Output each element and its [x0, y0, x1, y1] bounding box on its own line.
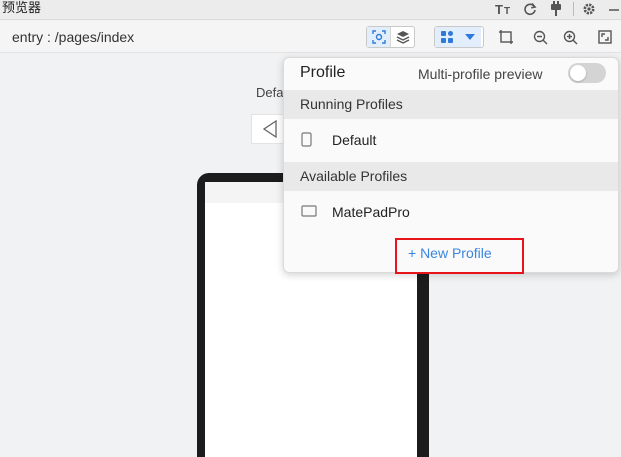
- plugin-icon[interactable]: [547, 1, 565, 17]
- profile-popup-title: Profile: [300, 64, 346, 81]
- running-profiles-label: Running Profiles: [300, 96, 403, 112]
- highlight-box: [395, 238, 524, 274]
- toggle-knob: [570, 65, 586, 81]
- running-profile-item[interactable]: Default: [284, 119, 618, 161]
- available-profiles-label: Available Profiles: [300, 168, 408, 184]
- svg-text:T: T: [504, 6, 510, 16]
- caret-down-icon: [464, 34, 475, 40]
- fit-screen-icon[interactable]: [596, 28, 614, 46]
- grid-icon: [440, 31, 453, 43]
- profile-dropdown-button[interactable]: [458, 27, 481, 47]
- svg-text:T: T: [495, 2, 503, 16]
- inspector-group: [366, 26, 415, 48]
- gear-icon[interactable]: [580, 1, 598, 17]
- zoom-out-icon[interactable]: [531, 28, 549, 46]
- inspector-icon: [371, 30, 386, 44]
- title-bar: 预览器 TT: [0, 0, 621, 20]
- running-profiles-header: Running Profiles: [284, 90, 618, 119]
- inspector-button[interactable]: [367, 27, 390, 47]
- available-profiles-header: Available Profiles: [284, 162, 618, 191]
- refresh-icon[interactable]: [521, 1, 539, 17]
- font-size-icon[interactable]: TT: [495, 1, 513, 17]
- phone-icon: [301, 132, 312, 152]
- available-profile-name: MatePadPro: [332, 204, 410, 220]
- window-title: 预览器: [2, 1, 42, 16]
- minimize-icon[interactable]: [605, 1, 621, 17]
- device-label: Defa: [256, 85, 284, 100]
- route-path: entry : /pages/index: [12, 29, 135, 45]
- layers-button[interactable]: [391, 27, 414, 47]
- multi-profile-toggle[interactable]: [568, 63, 606, 83]
- available-profile-item[interactable]: MatePadPro: [284, 191, 618, 233]
- title-bar-divider: [573, 2, 574, 16]
- zoom-in-icon[interactable]: [561, 28, 579, 46]
- running-profile-name: Default: [332, 132, 377, 148]
- profile-switcher-group: [434, 26, 484, 48]
- back-triangle-icon: [262, 120, 277, 138]
- profile-popup-header: Profile Multi-profile preview: [284, 58, 618, 90]
- multi-profile-label: Multi-profile preview: [418, 66, 543, 82]
- layers-icon: [396, 31, 409, 44]
- profile-grid-button[interactable]: [435, 27, 458, 47]
- crop-icon[interactable]: [497, 28, 515, 46]
- tablet-icon: [301, 204, 317, 222]
- preview-toolbar: entry : /pages/index: [0, 21, 621, 53]
